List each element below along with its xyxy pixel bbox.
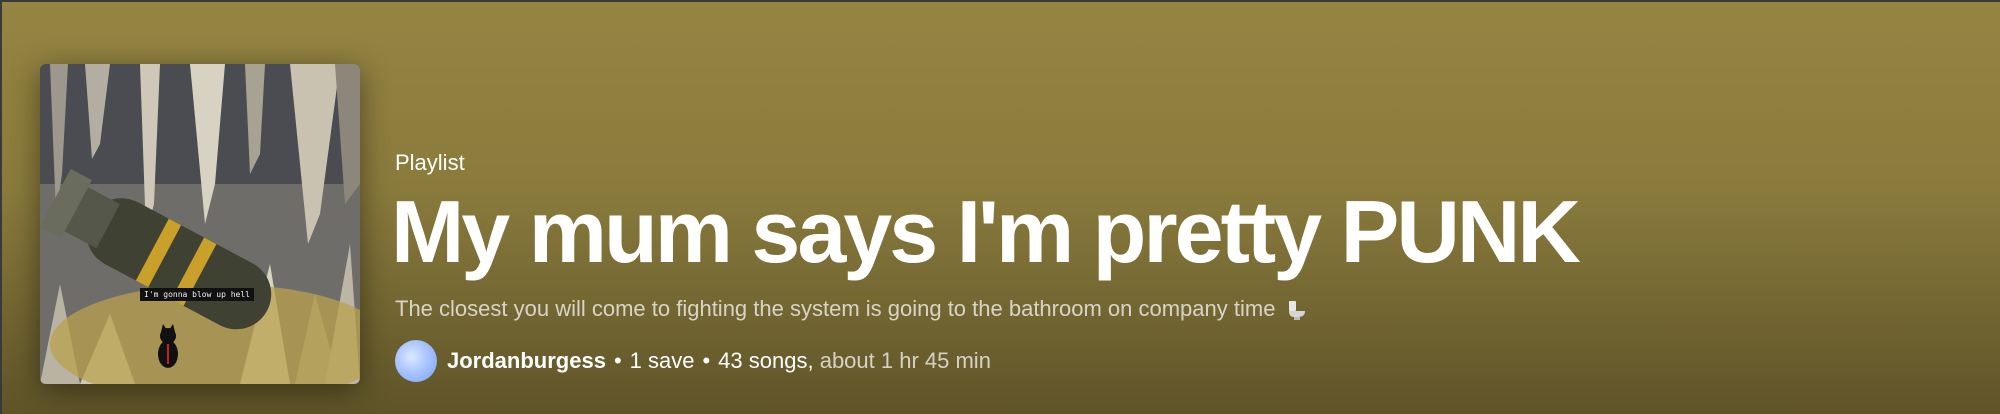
cover-artwork (40, 64, 360, 384)
playlist-description-text: The closest you will come to fighting th… (395, 296, 1276, 321)
songs-count: 43 songs, (718, 348, 814, 373)
meta-separator: • (613, 348, 622, 373)
playlist-header: I'm gonna blow up hell Playlist My mum s… (0, 0, 2000, 414)
meta-separator: • (702, 348, 711, 373)
playlist-duration: about 1 hr 45 min (819, 348, 991, 373)
toilet-icon (1288, 301, 1305, 321)
cover-caption: I'm gonna blow up hell (140, 288, 254, 301)
playlist-type-label: Playlist (395, 150, 465, 175)
saves-count: 1 save (629, 348, 695, 373)
playlist-cover-image[interactable]: I'm gonna blow up hell (40, 64, 360, 384)
playlist-info: Playlist My mum says I'm pretty PUNK The… (391, 2, 1975, 414)
owner-avatar[interactable] (395, 340, 437, 382)
playlist-meta: Jordanburgess • 1 save • 43 songs, about… (395, 340, 991, 382)
playlist-description: The closest you will come to fighting th… (395, 296, 1306, 322)
owner-link[interactable]: Jordanburgess (447, 348, 606, 374)
playlist-title[interactable]: My mum says I'm pretty PUNK (391, 188, 1581, 276)
